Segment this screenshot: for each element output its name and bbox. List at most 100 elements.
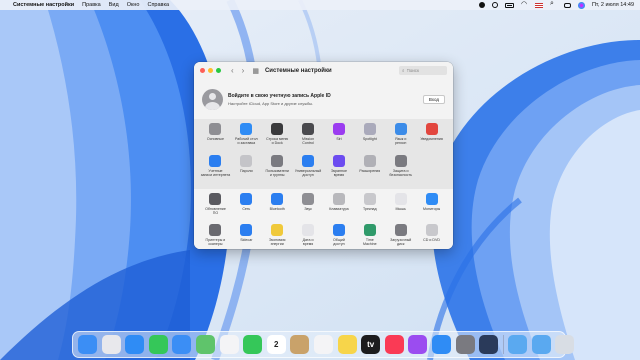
pref-language[interactable]: Язык и регион [385,123,416,152]
pref-notifications[interactable]: Уведомления [416,123,447,152]
input-source-flag-icon[interactable] [534,2,543,8]
energy-icon [271,224,284,236]
avatar[interactable] [202,88,223,110]
menu-view[interactable]: Вид [109,2,119,8]
maps-icon[interactable] [195,335,215,354]
pref-software-update[interactable]: Обновление ПО [200,193,231,222]
pref-startup-disk[interactable]: Загрузочный диск [385,224,416,249]
podcasts-icon[interactable] [408,335,428,354]
downloads-folder-icon[interactable] [508,335,528,354]
system-preferences-icon[interactable] [455,335,475,354]
screen-record-icon[interactable] [478,2,485,8]
menu-window[interactable]: Окно [127,2,140,8]
close-window-button[interactable] [200,68,205,73]
dock: 2 tv [72,331,575,358]
safari-icon[interactable] [125,335,145,354]
siri-icon [332,123,345,135]
control-center-icon[interactable] [563,2,571,8]
pref-label: Уведомления [420,137,443,141]
pref-network[interactable]: Сеть [231,193,262,222]
pref-security[interactable]: Защита и безопасность [385,155,416,184]
pref-label: Расширения [359,169,381,173]
pref-sound[interactable]: Звук [293,193,324,222]
pref-keyboard[interactable]: Клавиатура [324,193,355,222]
apple-id-banner: Войдите в свою учетную запись Apple ID Н… [194,79,453,119]
forward-arrow-icon[interactable]: › [242,66,245,75]
pref-general[interactable]: Основные [200,123,231,152]
pref-passwords[interactable]: Пароли [231,155,262,184]
pref-desktop[interactable]: Рабочий стол и заставка [231,123,262,152]
show-all-grid-icon[interactable]: ▦ [252,67,259,75]
pref-label: Пароли [240,169,253,173]
trackpad-icon [363,193,376,205]
pref-mouse[interactable]: Мышь [385,193,416,222]
apple-id-title: Войдите в свою учетную запись Apple ID [228,92,331,99]
pref-users[interactable]: Пользователи и группы [262,155,293,184]
mail-icon[interactable] [172,335,192,354]
pref-label: Сеть [242,207,251,211]
pref-energy[interactable]: Экономия энергии [262,224,293,249]
startup-disk-icon [394,224,407,236]
passwords-icon [240,155,253,167]
menu-app-name[interactable]: Системные настройки [13,2,74,8]
pref-label: Принтеры и сканеры [205,238,226,247]
tv-icon[interactable]: tv [361,335,381,354]
pref-spotlight[interactable]: Spotlight [354,123,385,152]
status-circle-icon[interactable] [491,2,498,8]
trash-icon[interactable] [555,335,575,354]
siri-menu-icon[interactable] [577,1,585,9]
back-arrow-icon[interactable]: ‹ [231,66,234,75]
mission-control-icon [302,123,315,135]
pref-label: Трекпад [363,207,377,211]
quicktime-icon[interactable] [479,335,499,354]
preferences-section-personal: Основные Рабочий стол и заставка Строка ме… [194,119,453,189]
search-input[interactable] [406,68,445,73]
zoom-window-button[interactable] [216,68,221,73]
pref-displays[interactable]: Мониторы [416,193,447,222]
pref-accessibility[interactable]: Универсальный доступ [293,155,324,184]
pref-sidecar[interactable]: Sidecar [231,224,262,249]
pref-label: Time Machine [363,238,377,247]
reminders-icon[interactable] [313,335,333,354]
pref-sharing[interactable]: Общий доступ [324,224,355,249]
spotlight-search-icon[interactable] [550,0,557,8]
search-field[interactable]: ⌕ [399,66,447,75]
finder-icon[interactable] [78,335,97,354]
messages-icon[interactable] [148,335,168,354]
menu-edit[interactable]: Правка [82,2,101,8]
pref-bluetooth[interactable]: Bluetooth [262,193,293,222]
pref-siri[interactable]: Siri [324,123,355,152]
wifi-icon[interactable] [521,0,528,8]
battery-icon[interactable] [504,2,514,8]
pref-printers[interactable]: Принтеры и сканеры [200,224,231,249]
pref-time-machine[interactable]: Time Machine [354,224,385,249]
contacts-icon[interactable] [290,335,310,354]
photos-icon[interactable] [219,335,239,354]
screen-time-icon [332,155,345,167]
pref-mission-control[interactable]: Mission Control [293,123,324,152]
pref-screen-time[interactable]: Экранное время [324,155,355,184]
pref-dock[interactable]: Строка меню и Dock [262,123,293,152]
sidecar-icon [240,224,253,236]
pref-internet-accounts[interactable]: Учетные записи интернета [200,155,231,184]
notes-icon[interactable] [337,335,357,354]
menu-clock[interactable]: Пт, 2 июля 14:49 [592,2,634,8]
menu-help[interactable]: Справка [147,2,169,8]
login-button[interactable]: Вход [422,94,445,104]
pref-date-time[interactable]: Дата и время [293,224,324,249]
documents-folder-icon[interactable] [531,335,551,354]
cd-dvd-icon [425,224,438,236]
pref-extensions[interactable]: Расширения [354,155,385,184]
sharing-icon [332,224,345,236]
launchpad-icon[interactable] [101,335,121,354]
pref-trackpad[interactable]: Трекпад [354,193,385,222]
spotlight-icon [363,123,376,135]
calendar-icon[interactable]: 2 [266,335,286,354]
app-store-icon[interactable] [431,335,451,354]
music-icon[interactable] [384,335,404,354]
minimize-window-button[interactable] [208,68,213,73]
pref-cd-dvd[interactable]: CD и DVD [416,224,447,249]
facetime-icon[interactable] [243,335,263,354]
calendar-text: 2 [274,340,279,349]
pref-label: Загрузочный диск [390,238,412,247]
